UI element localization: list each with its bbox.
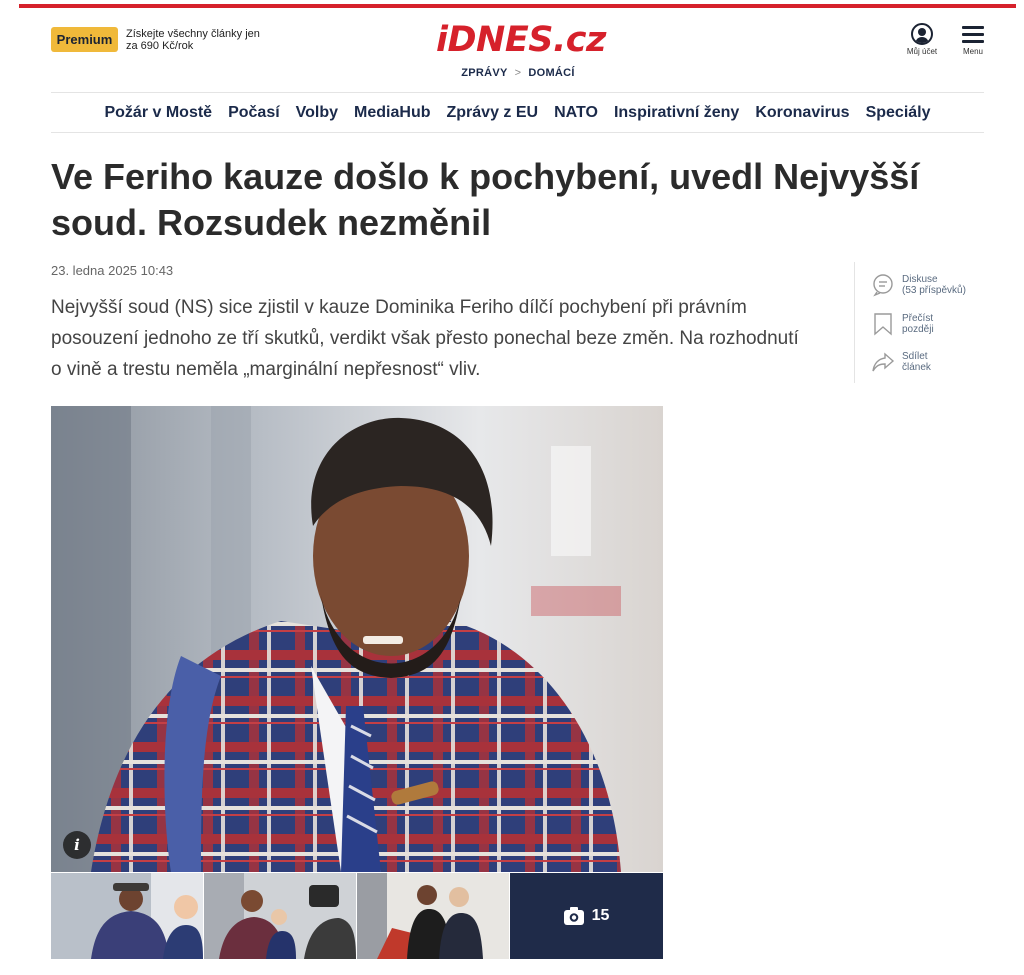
read-later-label-1: Přečíst bbox=[902, 313, 934, 324]
thumb-1-illustration bbox=[51, 873, 203, 959]
hamburger-icon bbox=[958, 26, 988, 43]
nav-item-pocasi[interactable]: Počasí bbox=[228, 104, 280, 122]
menu-label: Menu bbox=[962, 47, 983, 56]
read-later-button[interactable]: Přečíst později bbox=[871, 309, 991, 339]
premium-promo-text[interactable]: Získejte všechny články jen za 690 Kč/ro… bbox=[126, 28, 266, 52]
discussion-button[interactable]: Diskuse (53 příspěvků) bbox=[871, 270, 991, 300]
share-button[interactable]: Sdílet článek bbox=[871, 347, 991, 377]
gallery-thumb-1[interactable] bbox=[51, 873, 203, 959]
hero-photo-illustration bbox=[51, 406, 663, 872]
nav-item-pozar[interactable]: Požár v Mostě bbox=[104, 104, 212, 122]
nav-item-mediahub[interactable]: MediaHub bbox=[354, 104, 430, 122]
discussion-count: (53 příspěvků) bbox=[902, 285, 966, 296]
breadcrumb: ZPRÁVY > DOMÁCÍ bbox=[440, 67, 596, 79]
gallery-thumbnails: 15 bbox=[51, 873, 663, 959]
nav-item-zpravy-eu[interactable]: Zprávy z EU bbox=[447, 104, 539, 122]
premium-button[interactable]: Premium bbox=[51, 27, 118, 52]
nav-item-koronavirus[interactable]: Koronavirus bbox=[755, 104, 849, 122]
share-icon bbox=[872, 352, 895, 372]
article-perex: Nejvyšší soud (NS) sice zjistil v kauze … bbox=[51, 297, 799, 380]
camera-icon bbox=[563, 907, 584, 925]
top-accent-bar bbox=[19, 4, 1016, 8]
gallery-thumb-3[interactable] bbox=[357, 873, 509, 959]
account-button[interactable]: Můj účet bbox=[900, 23, 944, 56]
gallery-photo-count: 15 bbox=[591, 907, 610, 924]
discussion-label: Diskuse bbox=[902, 274, 938, 285]
user-icon bbox=[911, 23, 933, 45]
nav-item-volby[interactable]: Volby bbox=[296, 104, 338, 122]
bookmark-icon bbox=[874, 313, 892, 336]
chevron-right-icon: > bbox=[514, 67, 522, 79]
article-date: 23. ledna 2025 10:43 bbox=[51, 263, 174, 278]
share-label-1: Sdílet bbox=[902, 351, 928, 362]
nav-item-specialy[interactable]: Speciály bbox=[866, 104, 931, 122]
breadcrumb-item-domaci[interactable]: DOMÁCÍ bbox=[528, 67, 574, 79]
account-label: Můj účet bbox=[906, 47, 938, 56]
read-later-label-2: později bbox=[902, 324, 934, 335]
menu-button[interactable]: Menu bbox=[958, 26, 988, 56]
gallery-more-button[interactable]: 15 bbox=[510, 873, 663, 959]
comment-icon bbox=[873, 274, 893, 297]
thumb-2-illustration bbox=[204, 873, 356, 959]
article-tools: Diskuse (53 příspěvků) Přečíst později Sdí… bbox=[854, 262, 985, 383]
article-title: Ve Feriho kauze došlo k pochybení, uvedl… bbox=[51, 156, 920, 243]
nav-item-nato[interactable]: NATO bbox=[554, 104, 598, 122]
info-icon[interactable]: i bbox=[63, 831, 91, 859]
share-label-2: článek bbox=[902, 362, 931, 373]
thumb-3-illustration bbox=[357, 873, 509, 959]
breadcrumb-item-zpravy[interactable]: ZPRÁVY bbox=[461, 67, 507, 79]
article-main-photo[interactable] bbox=[51, 406, 663, 872]
main-nav: Požár v Mostě Počasí Volby MediaHub Zprá… bbox=[51, 92, 984, 133]
gallery-thumb-2[interactable] bbox=[204, 873, 356, 959]
site-logo[interactable]: iDNES.cz bbox=[436, 20, 606, 60]
nav-item-inspirativni-zeny[interactable]: Inspirativní ženy bbox=[614, 104, 739, 122]
